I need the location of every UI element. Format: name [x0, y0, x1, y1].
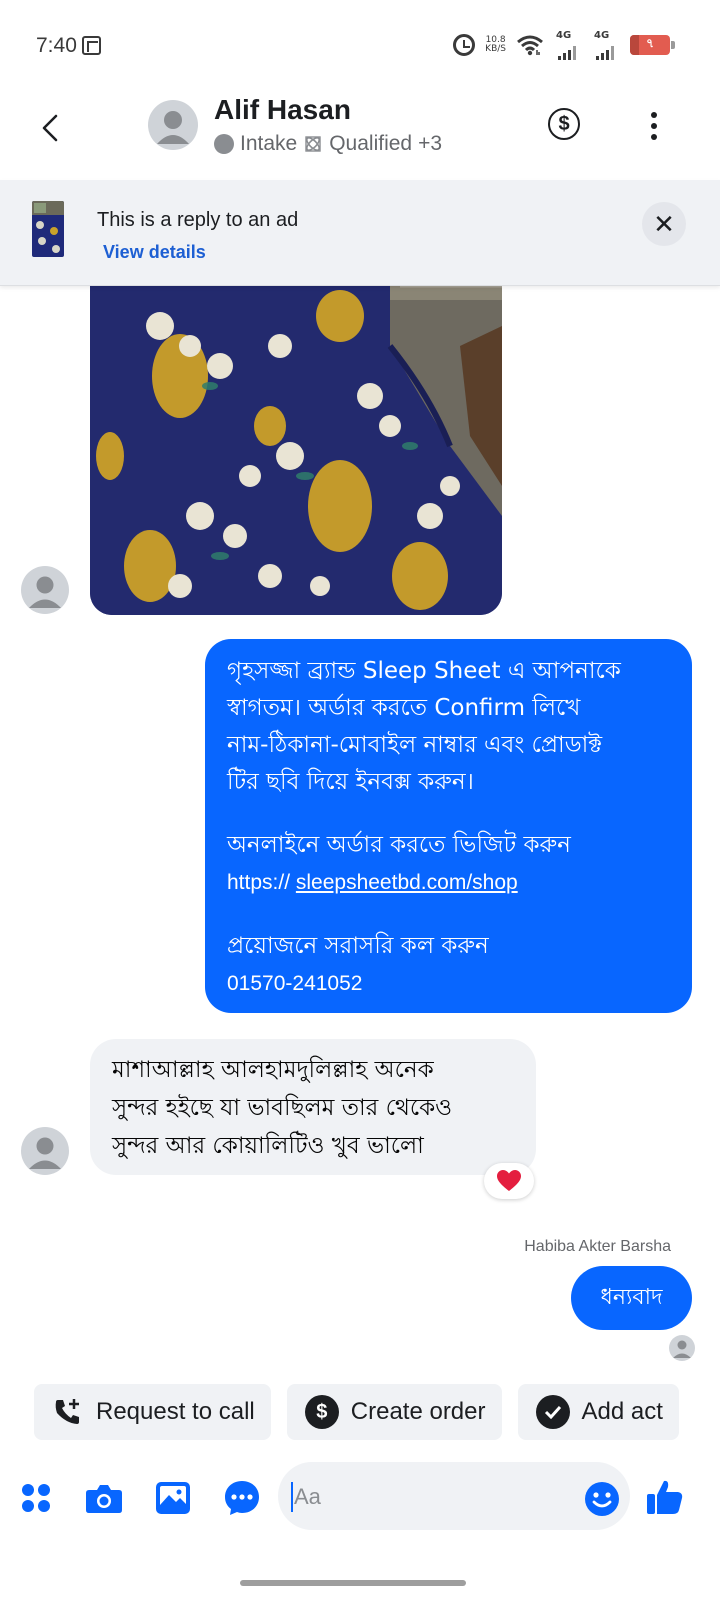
like-button[interactable] [645, 1477, 685, 1522]
emoji-button[interactable] [584, 1481, 620, 1522]
more-dot-icon [651, 134, 657, 140]
shop-link[interactable]: sleepsheetbd.com/shop [296, 871, 518, 894]
incoming-avatar[interactable] [21, 566, 69, 614]
more-dot-icon [651, 123, 657, 129]
url-prefix: https:// [227, 871, 291, 894]
message-reaction[interactable] [484, 1163, 534, 1199]
person-icon [157, 111, 189, 144]
network-speed-unit: KB/S [485, 44, 506, 54]
seen-indicator-avatar [669, 1335, 695, 1361]
dollar-circle-icon: $ [304, 1395, 339, 1429]
sender-name: Habiba Akter Barsha [524, 1238, 671, 1255]
gallery-button[interactable] [153, 1478, 193, 1518]
request-to-call-label: Request to call [96, 1398, 255, 1425]
conversation-header: Alif Hasan Intake Qualified +3 $ [0, 92, 720, 180]
contact-name[interactable]: Alif Hasan [214, 94, 351, 126]
menu-grid-button[interactable] [16, 1478, 56, 1518]
status-bar: 7:40 10.8 KB/S 4G 4G ৭ [0, 0, 720, 92]
sim1-label: 4G [556, 30, 572, 41]
more-dot-icon [651, 112, 657, 118]
saved-replies-button[interactable] [222, 1478, 262, 1518]
phone-plus-icon [52, 1396, 84, 1428]
close-banner-button[interactable]: ✕ [642, 202, 686, 246]
add-activity-button[interactable]: Add act [517, 1384, 679, 1440]
person-icon [29, 1137, 61, 1169]
status-icons: 10.8 KB/S 4G 4G ৭ [453, 30, 675, 60]
grid-dots-icon [22, 1484, 50, 1512]
camera-icon [86, 1485, 122, 1513]
quick-actions-bar: Request to call $ Create order Add act [34, 1384, 679, 1440]
payment-button[interactable]: $ [548, 108, 580, 140]
screenshot-icon [82, 36, 101, 55]
person-icon [673, 1340, 691, 1358]
ad-banner-title: This is a reply to an ad [97, 209, 299, 231]
message-url-line: https:// sleepsheetbd.com/shop [227, 864, 670, 902]
text-caret [291, 1482, 293, 1512]
incoming-message-review[interactable]: মাশাআল্লাহ আলহামদুলিল্লাহ অনেক সুন্দর হই… [90, 1039, 536, 1175]
product-photo[interactable] [90, 286, 502, 615]
message-text: ধন্যবাদ [600, 1284, 663, 1310]
outgoing-message-welcome[interactable]: গৃহসজ্জা ব্র্যান্ড Sleep Sheet এ আপনাকে … [205, 639, 692, 1013]
message-line: মাশাআল্লাহ আলহামদুলিল্লাহ অনেক [112, 1057, 434, 1083]
create-order-button[interactable]: $ Create order [286, 1384, 502, 1440]
add-activity-label: Add act [581, 1398, 663, 1425]
ad-reply-banner: This is a reply to an ad View details ✕ [0, 180, 720, 286]
chevron-left-icon [42, 114, 58, 142]
check-circle-icon [535, 1395, 570, 1429]
atom-icon [305, 136, 321, 152]
message-input-placeholder: Aa [294, 1484, 321, 1509]
message-input[interactable]: Aa [278, 1462, 630, 1530]
message-line: নাম-ঠিকানা-মোবাইল নাম্বার এবং প্রোডাক্ট [227, 732, 603, 758]
incoming-avatar[interactable] [21, 1127, 69, 1175]
phone-number-link[interactable]: 01570-241052 [227, 965, 670, 1003]
smiley-icon [585, 1482, 619, 1516]
alarm-icon [453, 34, 476, 56]
wifi-icon [516, 34, 544, 56]
create-order-label: Create order [350, 1398, 486, 1425]
message-line: সুন্দর হইছে যা ভাবছিলম তার থেকেও [112, 1095, 453, 1121]
stage-intake: Intake [240, 132, 298, 155]
network-speed: 10.8 KB/S [485, 36, 506, 54]
home-indicator[interactable] [240, 1580, 466, 1586]
message-line: স্বাগতম। অর্ডার করতে Confirm লিখে [227, 695, 581, 721]
camera-button[interactable] [84, 1478, 124, 1518]
battery-level: ৭ [646, 36, 654, 50]
back-button[interactable] [30, 108, 70, 148]
sim2-label: 4G [594, 30, 610, 41]
message-line: অনলাইনে অর্ডার করতে ভিজিট করুন [227, 832, 571, 858]
ad-thumbnail[interactable] [32, 201, 64, 257]
more-options-button[interactable] [640, 106, 668, 146]
battery-icon: ৭ [630, 35, 675, 55]
stage-qualified: Qualified [329, 132, 413, 155]
message-line: প্রয়োজনে সরাসরি কল করুন [227, 933, 489, 959]
message-line: সুন্দর আর কোয়ালিটিও খুব ভালো [112, 1133, 424, 1159]
contact-avatar[interactable] [148, 100, 198, 150]
thumbs-up-icon [647, 1480, 683, 1514]
stage-more: +3 [418, 132, 443, 155]
heart-icon [497, 1170, 521, 1191]
signal-sim2-icon: 4G [592, 30, 620, 60]
status-time: 7:40 [36, 34, 77, 57]
message-line: গৃহসজ্জা ব্র্যান্ড Sleep Sheet এ আপনাকে [227, 658, 621, 684]
signal-sim1-icon: 4G [554, 30, 582, 60]
outgoing-message-thanks[interactable]: ধন্যবাদ [571, 1266, 692, 1330]
view-details-link[interactable]: View details [103, 242, 206, 263]
message-composer: Aa [0, 1460, 720, 1536]
close-icon: ✕ [653, 208, 675, 239]
image-icon [156, 1482, 190, 1514]
dollar-icon: $ [558, 112, 570, 135]
chat-bubble-icon [225, 1481, 259, 1515]
message-line: টির ছবি দিয়ে ইনবক্স করুন। [227, 769, 474, 795]
stage-dot-icon [214, 134, 234, 154]
request-to-call-button[interactable]: Request to call [34, 1384, 271, 1440]
contact-stages[interactable]: Intake Qualified +3 [214, 132, 442, 156]
person-icon [29, 576, 61, 608]
